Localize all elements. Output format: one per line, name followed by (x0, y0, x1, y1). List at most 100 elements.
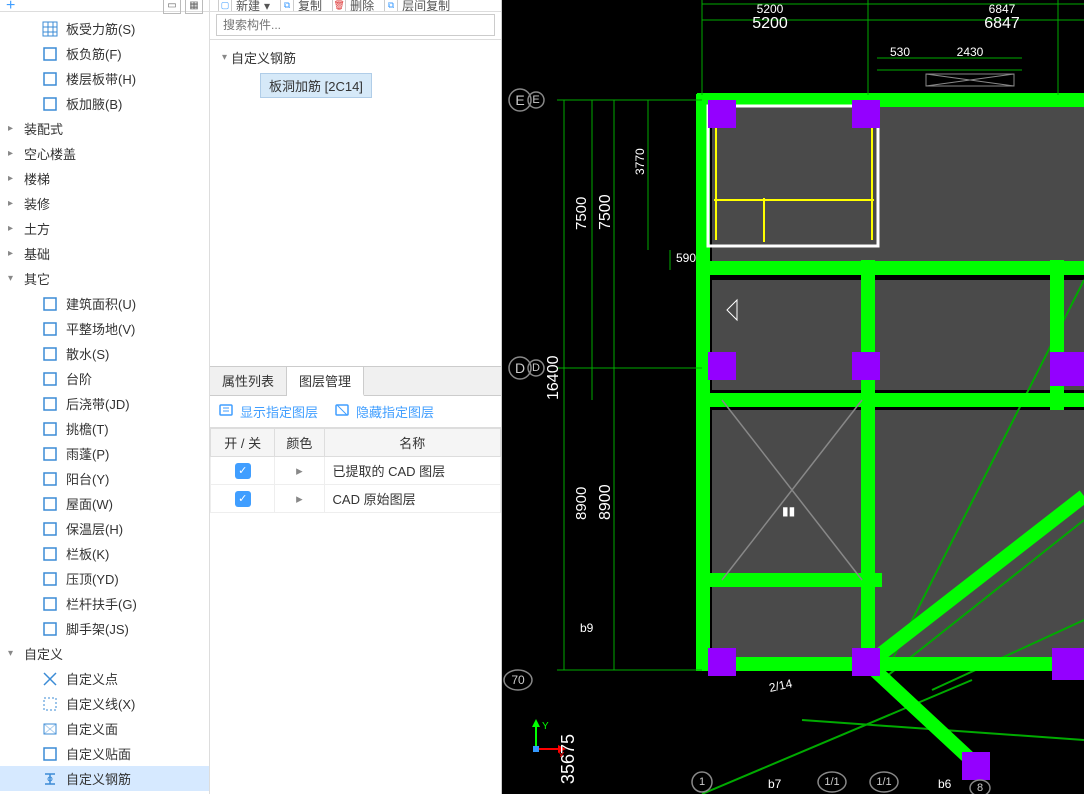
tree-item[interactable]: 建筑面积(U) (0, 291, 209, 316)
property-tabs: 属性列表 图层管理 (210, 367, 501, 396)
show-layer-button[interactable]: 显示指定图层 (218, 402, 318, 421)
tree-group-空心楼盖[interactable]: ▸空心楼盖 (0, 141, 209, 166)
axis-E2: E (532, 94, 539, 106)
tree-group-基础[interactable]: ▸基础 (0, 241, 209, 266)
overlap-icon (42, 46, 58, 62)
tree-item[interactable]: 阳台(Y) (0, 466, 209, 491)
lbl-1-1a: 1/1 (824, 776, 839, 788)
component-item-selected[interactable]: 板洞加筋 [2C14] (260, 73, 372, 98)
tab-properties[interactable]: 属性列表 (210, 367, 287, 395)
tree-item[interactable]: 自定义线(X) (0, 691, 209, 716)
tree-item[interactable]: 屋面(W) (0, 491, 209, 516)
caret-right-icon: ▸ (8, 198, 20, 209)
caret-right-icon[interactable]: ▸ (296, 491, 303, 506)
lbl-b7: b7 (768, 777, 782, 791)
tree-group-其它[interactable]: ▾其它 (0, 266, 209, 291)
lbl-b9: b9 (580, 621, 594, 635)
tree-item[interactable]: 平整场地(V) (0, 316, 209, 341)
tree-group-装修[interactable]: ▸装修 (0, 191, 209, 216)
dim-8900b: 8900 (573, 487, 590, 520)
add-icon[interactable]: + (6, 0, 15, 15)
caret-right-icon: ▸ (8, 223, 20, 234)
cap-icon (42, 571, 58, 587)
tree-item[interactable]: 板加腋(B) (0, 91, 209, 116)
dim-7500b: 7500 (573, 197, 590, 230)
tree-item[interactable]: 自定义贴面 (0, 741, 209, 766)
tree-item[interactable]: 保温层(H) (0, 516, 209, 541)
tree-item[interactable]: 自定义点 (0, 666, 209, 691)
tree-item[interactable]: 台阶 (0, 366, 209, 391)
tree-item[interactable]: 自定义钢筋 (0, 766, 209, 791)
tab-layer-manager[interactable]: 图层管理 (287, 367, 364, 396)
roof-icon (42, 496, 58, 512)
wave-icon (42, 521, 58, 537)
layer-actions: 显示指定图层 隐藏指定图层 (210, 396, 501, 428)
col-on-off: 开 / 关 (211, 429, 275, 457)
component-list: ▾ 自定义钢筋 板洞加筋 [2C14] (210, 40, 501, 366)
caret-right-icon[interactable]: ▸ (296, 463, 303, 478)
dim-6847b: 6847 (989, 2, 1016, 16)
show-layer-icon (218, 402, 234, 421)
tree-item[interactable]: 楼层板带(H) (0, 66, 209, 91)
left-panel-header: + ▭ ▦ (0, 0, 209, 12)
tree-group-土方[interactable]: ▸土方 (0, 216, 209, 241)
tree-item[interactable]: 压顶(YD) (0, 566, 209, 591)
canopy-icon (42, 446, 58, 462)
tree-item[interactable]: 雨蓬(P) (0, 441, 209, 466)
grid-icon (42, 21, 58, 37)
view-list-icon[interactable]: ▭ (163, 0, 181, 14)
tree-item[interactable]: 栏板(K) (0, 541, 209, 566)
view-grid-icon[interactable]: ▦ (185, 0, 203, 14)
tree-group-装配式[interactable]: ▸装配式 (0, 116, 209, 141)
copy-button[interactable]: ⧉复制 (280, 0, 322, 12)
new-button[interactable]: ▢新建 ▾ (218, 0, 270, 12)
col-color: 颜色 (275, 429, 324, 457)
dim-5200: 5200 (752, 15, 788, 32)
component-category-tree: 板受力筋(S)板负筋(F)楼层板带(H)板加腋(B) ▸装配式▸空心楼盖▸楼梯▸… (0, 12, 209, 794)
lbl-8: 8 (977, 782, 983, 794)
bars-icon (42, 396, 58, 412)
tree-item[interactable]: 散水(S) (0, 341, 209, 366)
tree-item[interactable]: 板受力筋(S) (0, 16, 209, 41)
dim-5200b: 5200 (757, 2, 784, 16)
component-tree-root[interactable]: ▾ 自定义钢筋 (216, 46, 495, 69)
layer-copy-button[interactable]: ⧉层间复制 (384, 0, 450, 12)
slope-icon (42, 346, 58, 362)
middle-panel: ▢新建 ▾ ⧉复制 🗑删除 ⧉层间复制 ▾ 自定义钢筋 板洞加筋 [2C14] … (210, 0, 502, 794)
face-icon (42, 721, 58, 737)
balcony-icon (42, 471, 58, 487)
lbl-214: 2/14 (768, 676, 794, 695)
tree-group-自定义[interactable]: ▾自定义 (0, 641, 209, 666)
level-icon (42, 321, 58, 337)
hatch-icon (42, 296, 58, 312)
checkbox-on[interactable]: ✓ (235, 491, 251, 507)
dim-2430: 2430 (957, 45, 984, 59)
rebar-icon (42, 771, 58, 787)
cad-viewport[interactable]: ▮▮ 7500 7500 8900 8900 16400 3770 590 52… (502, 0, 1084, 794)
layer-table: 开 / 关 颜色 名称 ✓▸已提取的 CAD 图层✓▸CAD 原始图层 (210, 428, 501, 513)
handrail-icon (42, 596, 58, 612)
veneer-icon (42, 746, 58, 762)
tree-item[interactable]: 栏杆扶手(G) (0, 591, 209, 616)
tree-item[interactable]: 自定义面 (0, 716, 209, 741)
scaffold-icon (42, 621, 58, 637)
coordinate-readout: 35675 (558, 734, 579, 784)
caret-down-icon: ▾ (8, 648, 20, 659)
tree-item[interactable]: 挑檐(T) (0, 416, 209, 441)
dim-3770: 3770 (633, 148, 647, 175)
table-row[interactable]: ✓▸CAD 原始图层 (211, 485, 501, 513)
line-icon (42, 696, 58, 712)
table-row[interactable]: ✓▸已提取的 CAD 图层 (211, 457, 501, 485)
checkbox-on[interactable]: ✓ (235, 463, 251, 479)
component-root-label: 自定义钢筋 (231, 48, 296, 67)
tree-item[interactable]: 脚手架(JS) (0, 616, 209, 641)
tree-group-楼梯[interactable]: ▸楼梯 (0, 166, 209, 191)
axis-E1: E (515, 92, 524, 108)
delete-button[interactable]: 🗑删除 (332, 0, 374, 12)
left-navigation-panel: + ▭ ▦ 板受力筋(S)板负筋(F)楼层板带(H)板加腋(B) ▸装配式▸空心… (0, 0, 210, 794)
tree-item[interactable]: 板负筋(F) (0, 41, 209, 66)
tree-item[interactable]: 后浇带(JD) (0, 391, 209, 416)
search-input[interactable] (216, 14, 495, 36)
hide-layer-button[interactable]: 隐藏指定图层 (334, 402, 434, 421)
dim-530: 530 (890, 45, 910, 59)
